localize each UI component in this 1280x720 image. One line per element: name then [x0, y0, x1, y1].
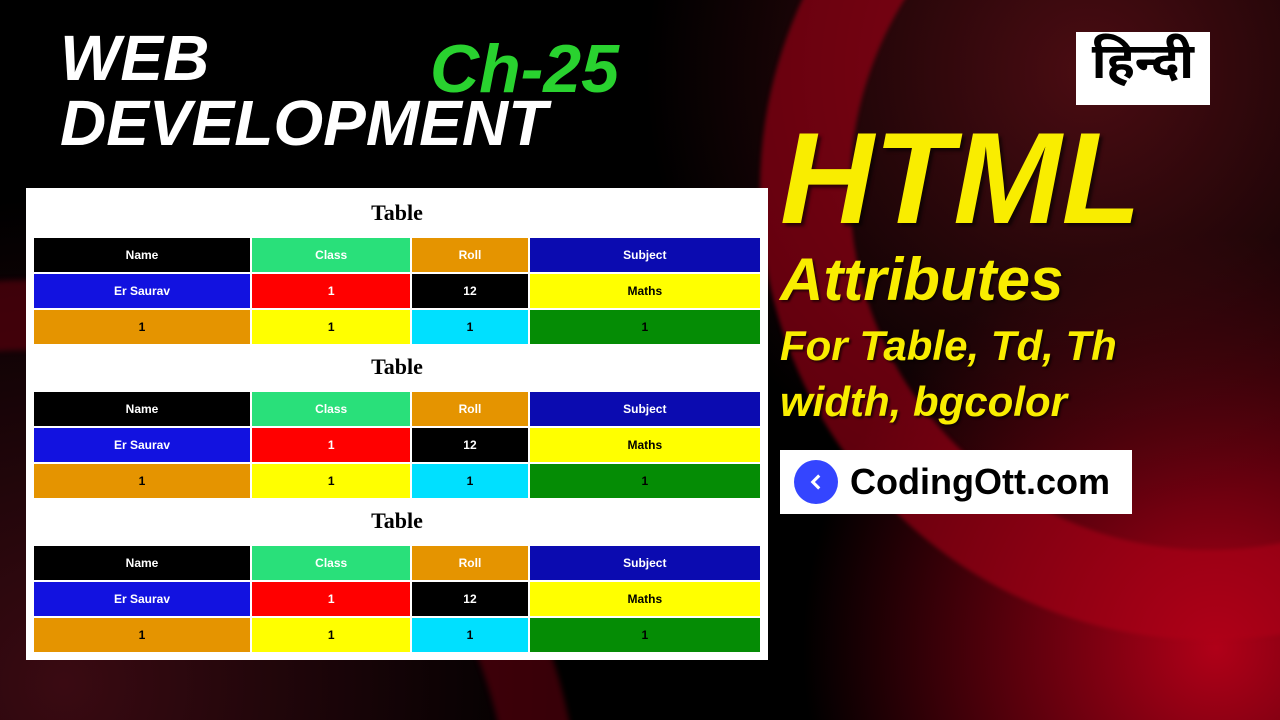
table-row: 1111 — [34, 464, 760, 498]
th-roll: Roll — [412, 238, 527, 272]
table-row: NameClassRollSubject — [34, 546, 760, 580]
th-name: Name — [34, 392, 250, 426]
th-roll: Roll — [412, 546, 527, 580]
td-class: 1 — [252, 428, 410, 462]
td-class: 1 — [252, 464, 410, 498]
right-column: HTML Attributes For Table, Td, Th width,… — [780, 120, 1240, 514]
th-subject: Subject — [530, 392, 760, 426]
td-roll: 12 — [412, 582, 527, 616]
th-roll: Roll — [412, 392, 527, 426]
tables-panel: TableNameClassRollSubjectEr Saurav112Mat… — [26, 188, 768, 660]
table-row: Er Saurav112Maths — [34, 582, 760, 616]
topic-big: HTML — [780, 120, 1240, 237]
thumbnail-stage: WEB DEVELOPMENT Ch-25 हिन्दी HTML Attrib… — [0, 0, 1280, 720]
td-name: Er Saurav — [34, 274, 250, 308]
th-subject: Subject — [530, 238, 760, 272]
table-block: TableNameClassRollSubjectEr Saurav112Mat… — [32, 194, 762, 346]
td-name: Er Saurav — [34, 582, 250, 616]
td-roll: 1 — [412, 310, 527, 344]
td-class: 1 — [252, 310, 410, 344]
td-roll: 1 — [412, 464, 527, 498]
topic-line-1: For Table, Td, Th — [780, 322, 1240, 370]
td-class: 1 — [252, 582, 410, 616]
table-caption: Table — [32, 348, 762, 390]
td-name: 1 — [34, 464, 250, 498]
th-name: Name — [34, 546, 250, 580]
td-roll: 1 — [412, 618, 527, 652]
table-row: 1111 — [34, 618, 760, 652]
td-subject: 1 — [530, 618, 760, 652]
td-class: 1 — [252, 618, 410, 652]
td-name: 1 — [34, 618, 250, 652]
table-row: Er Saurav112Maths — [34, 274, 760, 308]
td-name: 1 — [34, 310, 250, 344]
brand-text: CodingOtt.com — [850, 461, 1110, 503]
table-block: TableNameClassRollSubjectEr Saurav112Mat… — [32, 348, 762, 500]
td-subject: Maths — [530, 274, 760, 308]
th-class: Class — [252, 238, 410, 272]
td-subject: Maths — [530, 582, 760, 616]
td-subject: Maths — [530, 428, 760, 462]
topic-sub: Attributes — [780, 245, 1240, 314]
demo-table: NameClassRollSubjectEr Saurav112Maths111… — [32, 236, 762, 346]
chapter-label: Ch-25 — [430, 30, 619, 108]
demo-table: NameClassRollSubjectEr Saurav112Maths111… — [32, 390, 762, 500]
td-roll: 12 — [412, 274, 527, 308]
table-row: 1111 — [34, 310, 760, 344]
td-name: Er Saurav — [34, 428, 250, 462]
table-block: TableNameClassRollSubjectEr Saurav112Mat… — [32, 502, 762, 654]
title-line-1: WEB — [60, 22, 209, 94]
td-subject: 1 — [530, 464, 760, 498]
brand-logo-icon — [794, 460, 838, 504]
td-class: 1 — [252, 274, 410, 308]
table-caption: Table — [32, 502, 762, 544]
hindi-text: हिन्दी — [1092, 34, 1194, 99]
th-name: Name — [34, 238, 250, 272]
demo-table: NameClassRollSubjectEr Saurav112Maths111… — [32, 544, 762, 654]
th-subject: Subject — [530, 546, 760, 580]
hindi-badge: हिन्दी — [1076, 32, 1210, 105]
table-caption: Table — [32, 194, 762, 236]
table-row: NameClassRollSubject — [34, 238, 760, 272]
brand-badge: CodingOtt.com — [780, 450, 1132, 514]
th-class: Class — [252, 546, 410, 580]
table-row: NameClassRollSubject — [34, 392, 760, 426]
table-row: Er Saurav112Maths — [34, 428, 760, 462]
td-subject: 1 — [530, 310, 760, 344]
th-class: Class — [252, 392, 410, 426]
td-roll: 12 — [412, 428, 527, 462]
topic-line-2: width, bgcolor — [780, 378, 1240, 426]
